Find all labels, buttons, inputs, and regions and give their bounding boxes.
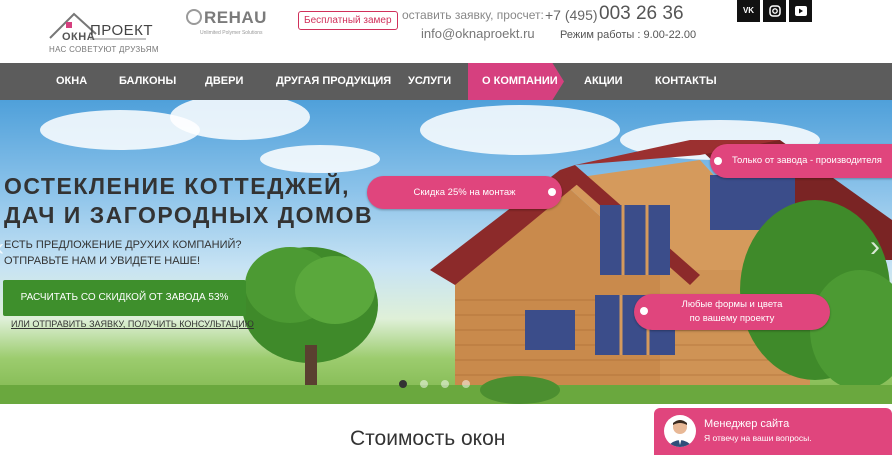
badge-custom-shapes-line-2: по вашему проекту: [689, 313, 775, 324]
badge-custom-shapes-line-1: Любые формы и цвета: [681, 299, 783, 310]
manager-avatar: [664, 415, 696, 447]
slider-next-arrow-icon[interactable]: ›: [870, 230, 880, 264]
nav-item-okna[interactable]: ОКНА: [56, 63, 87, 100]
vk-icon[interactable]: VK: [737, 0, 760, 22]
partner-name: REHAU: [204, 8, 267, 27]
nav-item-other-products[interactable]: ДРУГАЯ ПРОДУКЦИЯ: [276, 63, 391, 100]
badge-pointer-dot: [548, 188, 556, 196]
logo-word-proekt: ПРОЕКТ: [90, 22, 154, 39]
rehau-mark-icon: [186, 9, 202, 25]
chat-widget[interactable]: Менеджер сайта Я отвечу на ваши вопросы.: [654, 408, 892, 455]
logo-tagline: НАС СОВЕТУЮТ ДРУЗЬЯМ: [49, 45, 159, 54]
nav-item-about[interactable]: О КОМПАНИИ: [482, 63, 558, 100]
hero-title: ОСТЕКЛЕНИЕ КОТТЕДЖЕЙ, ДАЧ И ЗАГОРОДНЫХ Д…: [4, 172, 373, 230]
nav-item-services[interactable]: УСЛУГИ: [408, 63, 451, 100]
site-logo[interactable]: ОКНА ПРОЕКТ НАС СОВЕТУЮТ ДРУЗЬЯМ: [46, 8, 158, 58]
hero-slider: ОСТЕКЛЕНИЕ КОТТЕДЖЕЙ, ДАЧ И ЗАГОРОДНЫХ Д…: [0, 100, 892, 404]
nav-item-contacts[interactable]: КОНТАКТЫ: [655, 63, 717, 100]
nav-item-dveri[interactable]: ДВЕРИ: [205, 63, 243, 100]
chat-subtitle: Я отвечу на ваши вопросы.: [704, 433, 812, 443]
partner-logo-rehau: REHAU Unlimited Polymer Solutions: [186, 8, 266, 44]
badge-installation-discount-text: Скидка 25% на монтаж: [413, 187, 516, 198]
phone-number[interactable]: 003 26 36: [599, 3, 684, 25]
hero-subtitle-line-1: ЕСТЬ ПРЕДЛОЖЕНИЕ ДРУХИХ КОМПАНИЙ?: [4, 239, 242, 251]
slider-dot[interactable]: [441, 380, 449, 388]
slider-prev-arrow-icon[interactable]: ‹: [0, 234, 4, 262]
calculate-discount-button[interactable]: РАСЧИТАТЬ СО СКИДКОЙ ОТ ЗАВОДА 53%: [3, 280, 246, 316]
main-nav: ОКНА БАЛКОНЫ ДВЕРИ ДРУГАЯ ПРОДУКЦИЯ УСЛУ…: [0, 63, 892, 100]
request-text: оставить заявку, просчет:: [402, 8, 544, 22]
slider-dot[interactable]: [420, 380, 428, 388]
email-link[interactable]: info@oknaproekt.ru: [421, 26, 535, 41]
hero-subtitle-line-2: ОТПРАВЬТЕ НАМ И УВИДЕТЕ НАШЕ!: [4, 255, 201, 267]
hero-title-line-2: ДАЧ И ЗАГОРОДНЫХ ДОМОВ: [4, 202, 374, 228]
badge-pointer-dot: [640, 307, 648, 315]
request-consultation-link[interactable]: ИЛИ ОТПРАВИТЬ ЗАЯВКУ, ПОЛУЧИТЬ КОНСУЛЬТА…: [11, 319, 254, 329]
nav-item-balkony[interactable]: БАЛКОНЫ: [119, 63, 176, 100]
hero-subtitle: ЕСТЬ ПРЕДЛОЖЕНИЕ ДРУХИХ КОМПАНИЙ? ОТПРАВ…: [4, 237, 242, 269]
hero-title-line-1: ОСТЕКЛЕНИЕ КОТТЕДЖЕЙ,: [4, 173, 351, 199]
badge-factory-only-text: Только от завода - производителя: [732, 155, 882, 166]
free-measure-button[interactable]: Бесплатный замер: [298, 11, 398, 30]
slider-dot-active[interactable]: [399, 380, 407, 388]
page: ОКНА ПРОЕКТ НАС СОВЕТУЮТ ДРУЗЬЯМ REHAU U…: [0, 0, 892, 455]
working-hours: Режим работы : 9.00-22.00: [560, 29, 697, 41]
section-title: Стоимость окон: [350, 427, 506, 450]
partner-subtitle: Unlimited Polymer Solutions: [200, 30, 263, 36]
youtube-icon[interactable]: [789, 0, 812, 22]
nav-item-promotions[interactable]: АКЦИИ: [584, 63, 623, 100]
chat-title: Менеджер сайта: [704, 418, 790, 430]
instagram-icon[interactable]: [763, 0, 786, 22]
phone-prefix[interactable]: +7 (495): [545, 7, 598, 23]
badge-factory-only: Только от завода - производителя: [710, 144, 892, 178]
badge-custom-shapes: Любые формы и цвета по вашему проекту: [634, 294, 830, 330]
site-header: ОКНА ПРОЕКТ НАС СОВЕТУЮТ ДРУЗЬЯМ REHAU U…: [0, 0, 892, 63]
slider-dot[interactable]: [462, 380, 470, 388]
badge-installation-discount: Скидка 25% на монтаж: [367, 176, 562, 209]
badge-pointer-dot: [714, 157, 722, 165]
